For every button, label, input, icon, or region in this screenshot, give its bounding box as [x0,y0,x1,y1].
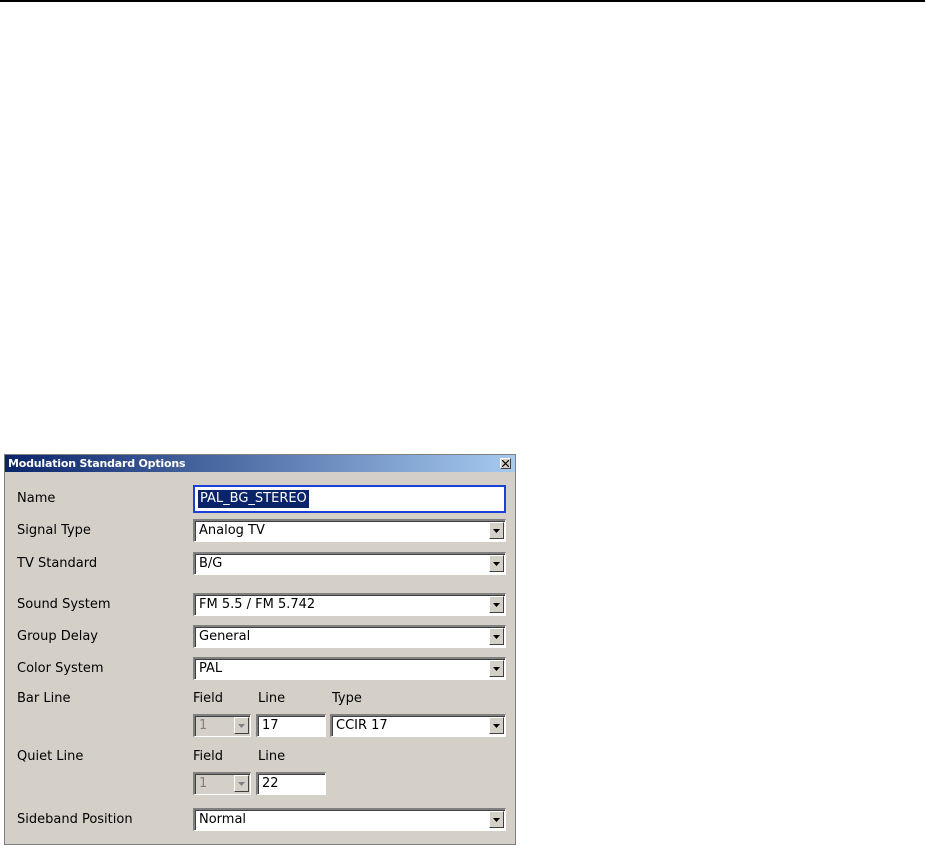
bar-line-line-header: Line [258,691,286,706]
bar-line-type-dropdown[interactable]: CCIR 17 [330,714,506,737]
quiet-line-line-value: 22 [262,776,279,791]
quiet-line-field-header: Field [193,749,224,764]
close-button[interactable] [500,458,511,469]
name-input-value: PAL_BG_STEREO [198,490,309,508]
signal-type-label: Signal Type [17,523,91,538]
name-label: Name [17,491,56,506]
close-icon [502,460,509,467]
tv-standard-value: B/G [199,556,223,571]
chevron-down-icon [238,724,245,728]
quiet-line-field-value: 1 [199,776,208,791]
sideband-position-label: Sideband Position [17,812,133,827]
bar-line-field-value: 1 [199,718,208,733]
chevron-down-icon [493,818,500,822]
bar-line-type-arrow-button[interactable] [489,717,504,734]
bar-line-line-input[interactable]: 17 [256,714,326,737]
sideband-position-dropdown[interactable]: Normal [193,808,506,831]
color-system-dropdown[interactable]: PAL [193,657,506,680]
color-system-value: PAL [199,661,223,676]
sound-system-arrow-button[interactable] [489,596,504,613]
sideband-position-arrow-button[interactable] [489,811,504,828]
bar-line-label: Bar Line [17,691,71,706]
name-input[interactable]: PAL_BG_STEREO [193,485,506,513]
quiet-line-field-arrow-button[interactable] [234,775,249,792]
bar-line-line-value: 17 [262,718,279,733]
chevron-down-icon [493,635,500,639]
signal-type-arrow-button[interactable] [489,522,504,539]
bar-line-field-dropdown[interactable]: 1 [193,714,251,737]
quiet-line-field-dropdown[interactable]: 1 [193,772,251,795]
group-delay-arrow-button[interactable] [489,628,504,645]
bar-line-type-value: CCIR 17 [336,718,388,733]
color-system-arrow-button[interactable] [489,660,504,677]
chevron-down-icon [493,529,500,533]
color-system-label: Color System [17,661,104,676]
group-delay-dropdown[interactable]: General [193,625,506,648]
tv-standard-arrow-button[interactable] [489,555,504,572]
dialog-titlebar[interactable]: Modulation Standard Options [5,455,515,472]
sound-system-label: Sound System [17,597,111,612]
group-delay-value: General [199,629,251,644]
quiet-line-line-input[interactable]: 22 [256,772,326,795]
signal-type-value: Analog TV [199,523,265,538]
sound-system-dropdown[interactable]: FM 5.5 / FM 5.742 [193,593,506,616]
sound-system-value: FM 5.5 / FM 5.742 [199,597,316,612]
signal-type-dropdown[interactable]: Analog TV [193,519,506,542]
chevron-down-icon [238,782,245,786]
chevron-down-icon [493,724,500,728]
modulation-standard-dialog: Modulation Standard Options Name PAL_BG_… [4,454,516,845]
page: Modulation Standard Options Name PAL_BG_… [0,0,925,847]
chevron-down-icon [493,603,500,607]
chevron-down-icon [493,562,500,566]
group-delay-label: Group Delay [17,629,98,644]
sideband-position-value: Normal [199,812,247,827]
tv-standard-dropdown[interactable]: B/G [193,552,506,575]
bar-line-field-header: Field [193,691,224,706]
top-divider [0,0,925,2]
dialog-title: Modulation Standard Options [8,457,186,470]
chevron-down-icon [493,667,500,671]
tv-standard-label: TV Standard [17,556,98,571]
bar-line-field-arrow-button[interactable] [234,717,249,734]
quiet-line-line-header: Line [258,749,286,764]
bar-line-type-header: Type [332,691,362,706]
quiet-line-label: Quiet Line [17,749,84,764]
